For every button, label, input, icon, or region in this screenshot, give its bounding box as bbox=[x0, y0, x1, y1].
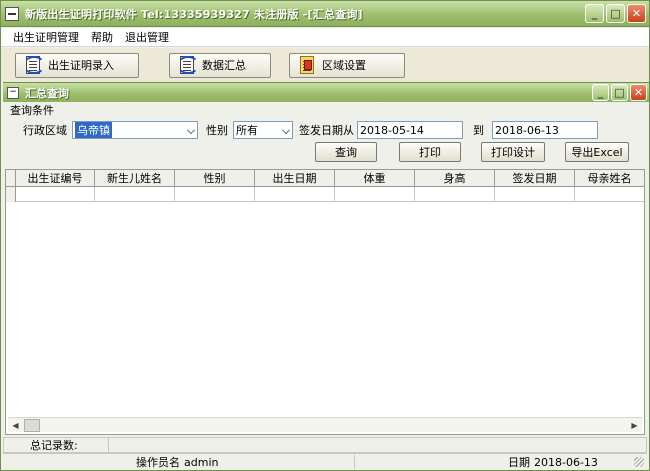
table-cell[interactable] bbox=[335, 187, 415, 202]
menu-exit[interactable]: 退出管理 bbox=[119, 29, 175, 45]
minimize-button[interactable]: _ bbox=[585, 4, 604, 23]
menu-birth-cert[interactable]: 出生证明管理 bbox=[7, 29, 85, 45]
document-icon bbox=[176, 54, 200, 76]
region-select[interactable]: 乌帝镇 bbox=[72, 121, 198, 139]
subwindow-close-button[interactable]: ✕ bbox=[630, 84, 647, 101]
date-range-filter: 签发日期从 到 bbox=[299, 120, 598, 140]
scroll-left-icon[interactable]: ◀ bbox=[8, 418, 23, 432]
column-header[interactable]: 签发日期 bbox=[495, 170, 575, 186]
title-bar[interactable]: 新版出生证明打印软件 Tel:13335939327 未注册版 -[汇总查询] … bbox=[1, 1, 649, 27]
close-button[interactable]: ✕ bbox=[627, 4, 646, 23]
subwindow-icon: − bbox=[7, 86, 19, 99]
column-header[interactable]: 身高 bbox=[415, 170, 495, 186]
table-cell[interactable] bbox=[495, 187, 575, 202]
chevron-down-icon[interactable] bbox=[187, 126, 195, 134]
table-header: 出生证编号 新生儿姓名 性别 出生日期 体重 身高 签发日期 母亲姓名 bbox=[6, 170, 644, 187]
region-settings-label: 区域设置 bbox=[322, 59, 366, 72]
date-to-label: 到 bbox=[473, 124, 484, 137]
region-label: 行政区域 bbox=[23, 124, 67, 137]
subwindow-minimize-button[interactable]: _ bbox=[592, 84, 609, 101]
scroll-thumb[interactable] bbox=[24, 418, 40, 432]
date-from-input[interactable] bbox=[357, 121, 463, 139]
region-value: 乌帝镇 bbox=[75, 122, 112, 138]
filter-group-label: 查询条件 bbox=[10, 104, 54, 117]
query-button[interactable]: 查询 bbox=[315, 142, 377, 162]
menu-bar: 出生证明管理 帮助 退出管理 bbox=[1, 28, 649, 47]
column-header[interactable]: 性别 bbox=[175, 170, 255, 186]
chevron-down-icon[interactable] bbox=[282, 126, 290, 134]
date-label: 日期 bbox=[508, 456, 530, 469]
main-window: 新版出生证明打印软件 Tel:13335939327 未注册版 -[汇总查询] … bbox=[0, 0, 650, 471]
maximize-button[interactable]: □ bbox=[606, 4, 625, 23]
region-filter: 行政区域 乌帝镇 bbox=[23, 120, 198, 140]
gender-label: 性别 bbox=[206, 124, 228, 137]
scroll-right-icon[interactable]: ▶ bbox=[627, 418, 642, 432]
region-settings-button[interactable]: 区域设置 bbox=[289, 52, 405, 78]
table-cell[interactable] bbox=[175, 187, 255, 202]
resize-grip-icon[interactable] bbox=[634, 457, 644, 467]
total-records-label: 总记录数: bbox=[30, 439, 78, 452]
birth-cert-entry-button[interactable]: 出生证明录入 bbox=[15, 52, 139, 78]
table-cell[interactable] bbox=[575, 187, 644, 202]
record-count-bar: 总记录数: bbox=[3, 437, 647, 453]
document-icon bbox=[22, 54, 46, 76]
table-cell[interactable] bbox=[95, 187, 175, 202]
column-header[interactable]: 体重 bbox=[335, 170, 415, 186]
table-cell[interactable] bbox=[255, 187, 335, 202]
print-button[interactable]: 打印 bbox=[399, 142, 461, 162]
subwindow-titlebar[interactable]: − 汇总查询 _ □ ✕ bbox=[3, 82, 649, 102]
gender-filter: 性别 所有 bbox=[206, 120, 293, 140]
date-from-label: 签发日期从 bbox=[299, 124, 354, 137]
column-header[interactable]: 新生儿姓名 bbox=[95, 170, 175, 186]
subwindow-maximize-button[interactable]: □ bbox=[611, 84, 628, 101]
row-indicator-header bbox=[6, 170, 16, 186]
table-cell[interactable] bbox=[415, 187, 495, 202]
column-header[interactable]: 出生日期 bbox=[255, 170, 335, 186]
gender-select[interactable]: 所有 bbox=[233, 121, 293, 139]
data-summary-button[interactable]: 数据汇总 bbox=[169, 52, 271, 78]
results-table: 出生证编号 新生儿姓名 性别 出生日期 体重 身高 签发日期 母亲姓名 ◀ ▶ bbox=[5, 169, 645, 435]
print-design-button[interactable]: 打印设计 bbox=[481, 142, 545, 162]
query-panel: 查询条件 行政区域 乌帝镇 性别 所有 签发日期从 到 查询 打印 打印设计 导… bbox=[3, 102, 647, 435]
subwindow-title: 汇总查询 bbox=[25, 86, 69, 100]
settings-folder-icon bbox=[296, 54, 320, 76]
horizontal-scrollbar[interactable]: ◀ ▶ bbox=[8, 417, 642, 432]
birth-cert-entry-label: 出生证明录入 bbox=[48, 59, 114, 72]
table-row[interactable] bbox=[6, 187, 644, 202]
status-bar: 操作员名 admin 日期 2018-06-13 bbox=[3, 453, 647, 470]
menu-help[interactable]: 帮助 bbox=[85, 29, 119, 45]
export-excel-button[interactable]: 导出Excel bbox=[565, 142, 629, 162]
operator-label: 操作员名 bbox=[136, 456, 180, 469]
column-header[interactable]: 出生证编号 bbox=[16, 170, 95, 186]
data-summary-label: 数据汇总 bbox=[202, 59, 246, 72]
date-to-input[interactable] bbox=[492, 121, 598, 139]
date-value: 2018-06-13 bbox=[534, 455, 598, 469]
row-indicator[interactable] bbox=[6, 187, 16, 202]
app-icon bbox=[5, 6, 19, 21]
gender-value: 所有 bbox=[236, 124, 258, 137]
subwindow-controls: _ □ ✕ bbox=[592, 84, 647, 101]
table-cell[interactable] bbox=[16, 187, 95, 202]
toolbar: 出生证明录入 数据汇总 区域设置 bbox=[1, 48, 649, 82]
window-title: 新版出生证明打印软件 Tel:13335939327 未注册版 -[汇总查询] bbox=[25, 7, 363, 21]
window-controls: _ □ ✕ bbox=[585, 4, 646, 23]
operator-value: admin bbox=[184, 455, 219, 469]
column-header[interactable]: 母亲姓名 bbox=[575, 170, 644, 186]
